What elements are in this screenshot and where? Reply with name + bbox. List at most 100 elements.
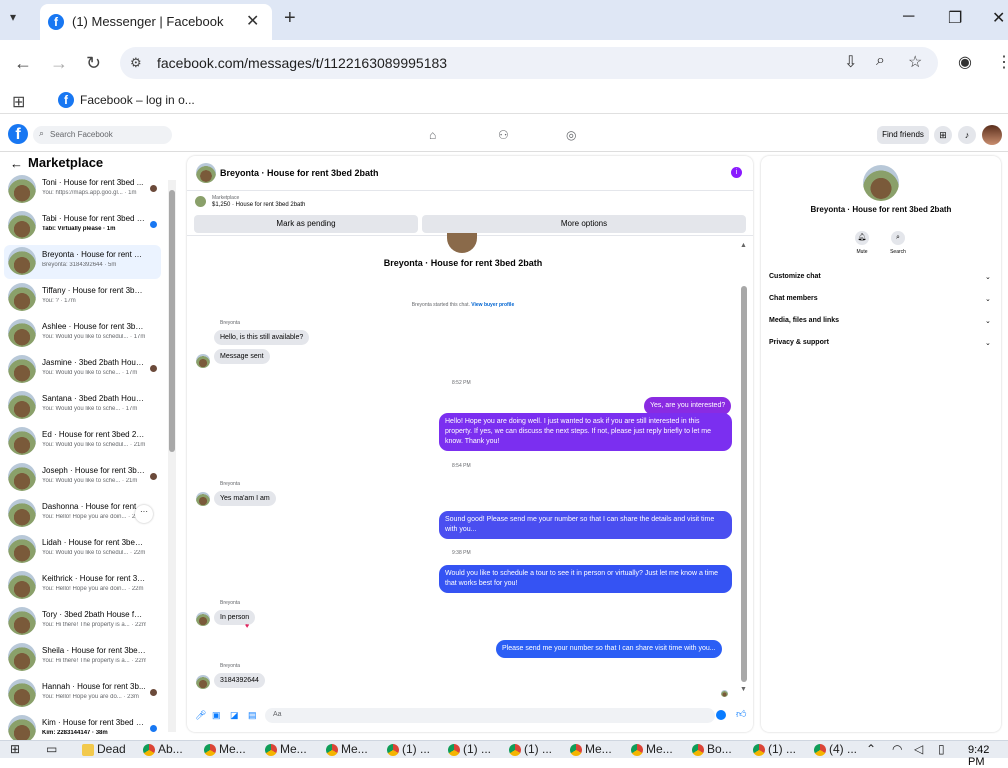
taskbar-app[interactable]: Me... — [204, 742, 246, 756]
message-incoming[interactable]: Message sent — [214, 349, 270, 364]
find-friends-button[interactable]: Find friends — [877, 126, 929, 144]
customize-chat-row[interactable]: Customize chat — [769, 273, 821, 280]
chat-members-row[interactable]: Chat members — [769, 295, 818, 302]
bookmark-star-icon[interactable]: ☆ — [908, 52, 922, 72]
conversation-item[interactable]: Sheila · House for rent 3bed 2... You: Hi… — [4, 641, 161, 675]
window-close-icon[interactable]: ✕ — [992, 8, 1005, 28]
scroll-down-icon[interactable]: ▼ — [740, 686, 747, 693]
sticker-icon[interactable]: ◪ — [230, 710, 239, 721]
minimize-icon[interactable]: ─ — [903, 8, 914, 26]
taskbar-app[interactable]: (1) ... — [448, 742, 491, 756]
conversation-item[interactable]: Ed · House for rent 3bed 2bath You: Would… — [4, 425, 161, 459]
profile-icon[interactable]: ◉ — [958, 52, 972, 72]
apps-grid-icon[interactable]: ⊞ — [12, 92, 25, 112]
message-outgoing[interactable]: Sound good! Please send me your number s… — [439, 511, 732, 539]
home-icon[interactable]: ⌂ — [429, 128, 436, 142]
conversation-item[interactable]: Jasmine · 3bed 2bath Hous... You: Would y… — [4, 353, 161, 387]
close-tab-icon[interactable]: ✕ — [246, 11, 259, 31]
list-scrollbar-thumb[interactable] — [169, 190, 175, 452]
menu-grid-icon[interactable]: ⊞ — [934, 126, 952, 144]
taskbar-app[interactable]: Ab... — [143, 742, 183, 756]
gif-icon[interactable]: ▤ — [248, 710, 257, 721]
taskbar-app[interactable]: (4) ... — [814, 742, 857, 756]
windows-start-icon[interactable]: ⊞ — [10, 742, 20, 756]
account-avatar[interactable] — [982, 125, 1002, 145]
battery-icon[interactable]: ▯ — [938, 742, 945, 756]
chat-header-name[interactable]: Breyonta · House for rent 3bed 2bath — [220, 168, 379, 178]
like-icon[interactable]: 👍︎ — [736, 708, 746, 720]
message-outgoing[interactable]: Hello! Hope you are doing well. I just w… — [439, 413, 732, 451]
restore-icon[interactable]: ❐ — [948, 8, 962, 28]
emoji-icon[interactable] — [716, 710, 726, 720]
chevron-down-icon[interactable]: ⌄ — [985, 317, 991, 325]
chevron-down-icon[interactable]: ⌄ — [985, 273, 991, 281]
site-info-icon[interactable]: ⚙ — [130, 55, 142, 71]
view-buyer-profile-link[interactable]: View buyer profile — [471, 302, 514, 308]
conversation-item[interactable]: Ashlee · House for rent 3bed ... You: Wou… — [4, 317, 161, 351]
search-chat-icon[interactable]: ⌕ — [891, 231, 905, 245]
url-text[interactable]: facebook.com/messages/t/1122163089995183 — [157, 55, 447, 71]
taskbar-app[interactable]: Dead — [82, 742, 126, 756]
media-files-links-row[interactable]: Media, files and links — [769, 317, 839, 324]
info-icon[interactable]: i — [731, 167, 742, 178]
zoom-icon[interactable]: ⌕ — [876, 52, 885, 70]
conversation-item[interactable]: Joseph · House for rent 3be... You: Would… — [4, 461, 161, 495]
conversation-item[interactable]: Tabi · House for rent 3bed 2... Tabi: Vir… — [4, 209, 161, 243]
tab-search-icon[interactable]: ▾ — [10, 10, 16, 24]
reload-icon[interactable]: ↻ — [86, 53, 101, 74]
new-tab-icon[interactable]: + — [284, 7, 296, 30]
facebook-logo-icon[interactable]: f — [8, 124, 28, 144]
taskbar-app[interactable]: Me... — [326, 742, 368, 756]
chat-header-avatar[interactable] — [196, 163, 216, 183]
volume-icon[interactable]: ◁ — [914, 742, 923, 756]
privacy-support-row[interactable]: Privacy & support — [769, 339, 829, 346]
taskbar-app[interactable]: Me... — [570, 742, 612, 756]
install-app-icon[interactable]: ⇩ — [844, 52, 857, 72]
groups-icon[interactable]: ◎ — [566, 128, 576, 142]
conversation-item[interactable]: Keithrick · House for rent 3be... You: He… — [4, 569, 161, 603]
message-input[interactable] — [265, 708, 715, 723]
listing-thumbnail[interactable] — [195, 196, 206, 207]
conversation-item[interactable]: Breyonta · House for rent 3be... Breyonta… — [4, 245, 161, 279]
back-icon[interactable]: ← — [14, 53, 32, 74]
conversation-item[interactable]: Tory · 3bed 2bath House for r... You: Hi … — [4, 605, 161, 639]
voice-clip-icon[interactable]: 🎤︎ — [195, 710, 206, 721]
bookmark-facebook[interactable]: Facebook – log in o... — [80, 93, 195, 107]
conversation-item[interactable]: Tiffany · House for rent 3bed ... You: ? … — [4, 281, 161, 315]
taskbar-app[interactable]: (1) ... — [753, 742, 796, 756]
wifi-icon[interactable]: ◠ — [892, 742, 902, 756]
tab-messenger[interactable]: f (1) Messenger | Facebook ✕ — [40, 4, 272, 40]
more-options-icon[interactable]: ··· — [135, 505, 153, 523]
friends-icon[interactable]: ⚇ — [498, 128, 509, 142]
message-incoming[interactable]: 3184392644 — [214, 673, 265, 688]
taskbar-app[interactable]: (1) ... — [387, 742, 430, 756]
conversation-item[interactable]: Toni · House for rent 3bed ... You: https… — [4, 173, 161, 207]
conversation-item[interactable]: Hannah · House for rent 3b... You: Hello!… — [4, 677, 161, 711]
message-incoming[interactable]: Hello, is this still available? — [214, 330, 310, 345]
message-incoming[interactable]: Yes ma'am I am — [214, 491, 276, 506]
mark-as-pending-button[interactable]: Mark as pending — [194, 215, 418, 233]
message-outgoing[interactable]: Would you like to schedule a tour to see… — [439, 565, 732, 593]
notifications-icon[interactable]: ♪ — [958, 126, 976, 144]
chat-scrollbar-thumb[interactable] — [741, 286, 747, 682]
taskbar-app[interactable]: (1) ... — [509, 742, 552, 756]
menu-icon[interactable]: ⋮ — [996, 52, 1008, 72]
message-outgoing[interactable]: Please send me your number so that I can… — [496, 640, 722, 658]
task-view-icon[interactable]: ▭ — [46, 742, 57, 756]
heart-reaction-icon[interactable]: ♥ — [245, 623, 249, 630]
back-arrow-icon[interactable]: ← — [10, 156, 23, 171]
tray-chevron-icon[interactable]: ⌃ — [866, 742, 876, 756]
more-options-button[interactable]: More options — [422, 215, 746, 233]
chevron-down-icon[interactable]: ⌄ — [985, 339, 991, 347]
taskbar-app[interactable]: Me... — [265, 742, 307, 756]
taskbar-app[interactable]: Bo... — [692, 742, 732, 756]
forward-icon[interactable]: → — [50, 53, 68, 74]
conversation-item[interactable]: Dashonna · House for rent ... You: Hello!… — [4, 497, 161, 531]
chevron-down-icon[interactable]: ⌄ — [985, 295, 991, 303]
conversation-item[interactable]: Santana · 3bed 2bath House f... You: Woul… — [4, 389, 161, 423]
taskbar-app[interactable]: Me... — [631, 742, 673, 756]
info-avatar[interactable] — [863, 165, 899, 201]
conversation-item[interactable]: Lidah · House for rent 3bed 2... You: Wou… — [4, 533, 161, 567]
photo-icon[interactable]: ▣ — [212, 710, 221, 721]
scroll-up-icon[interactable]: ▲ — [740, 242, 747, 249]
